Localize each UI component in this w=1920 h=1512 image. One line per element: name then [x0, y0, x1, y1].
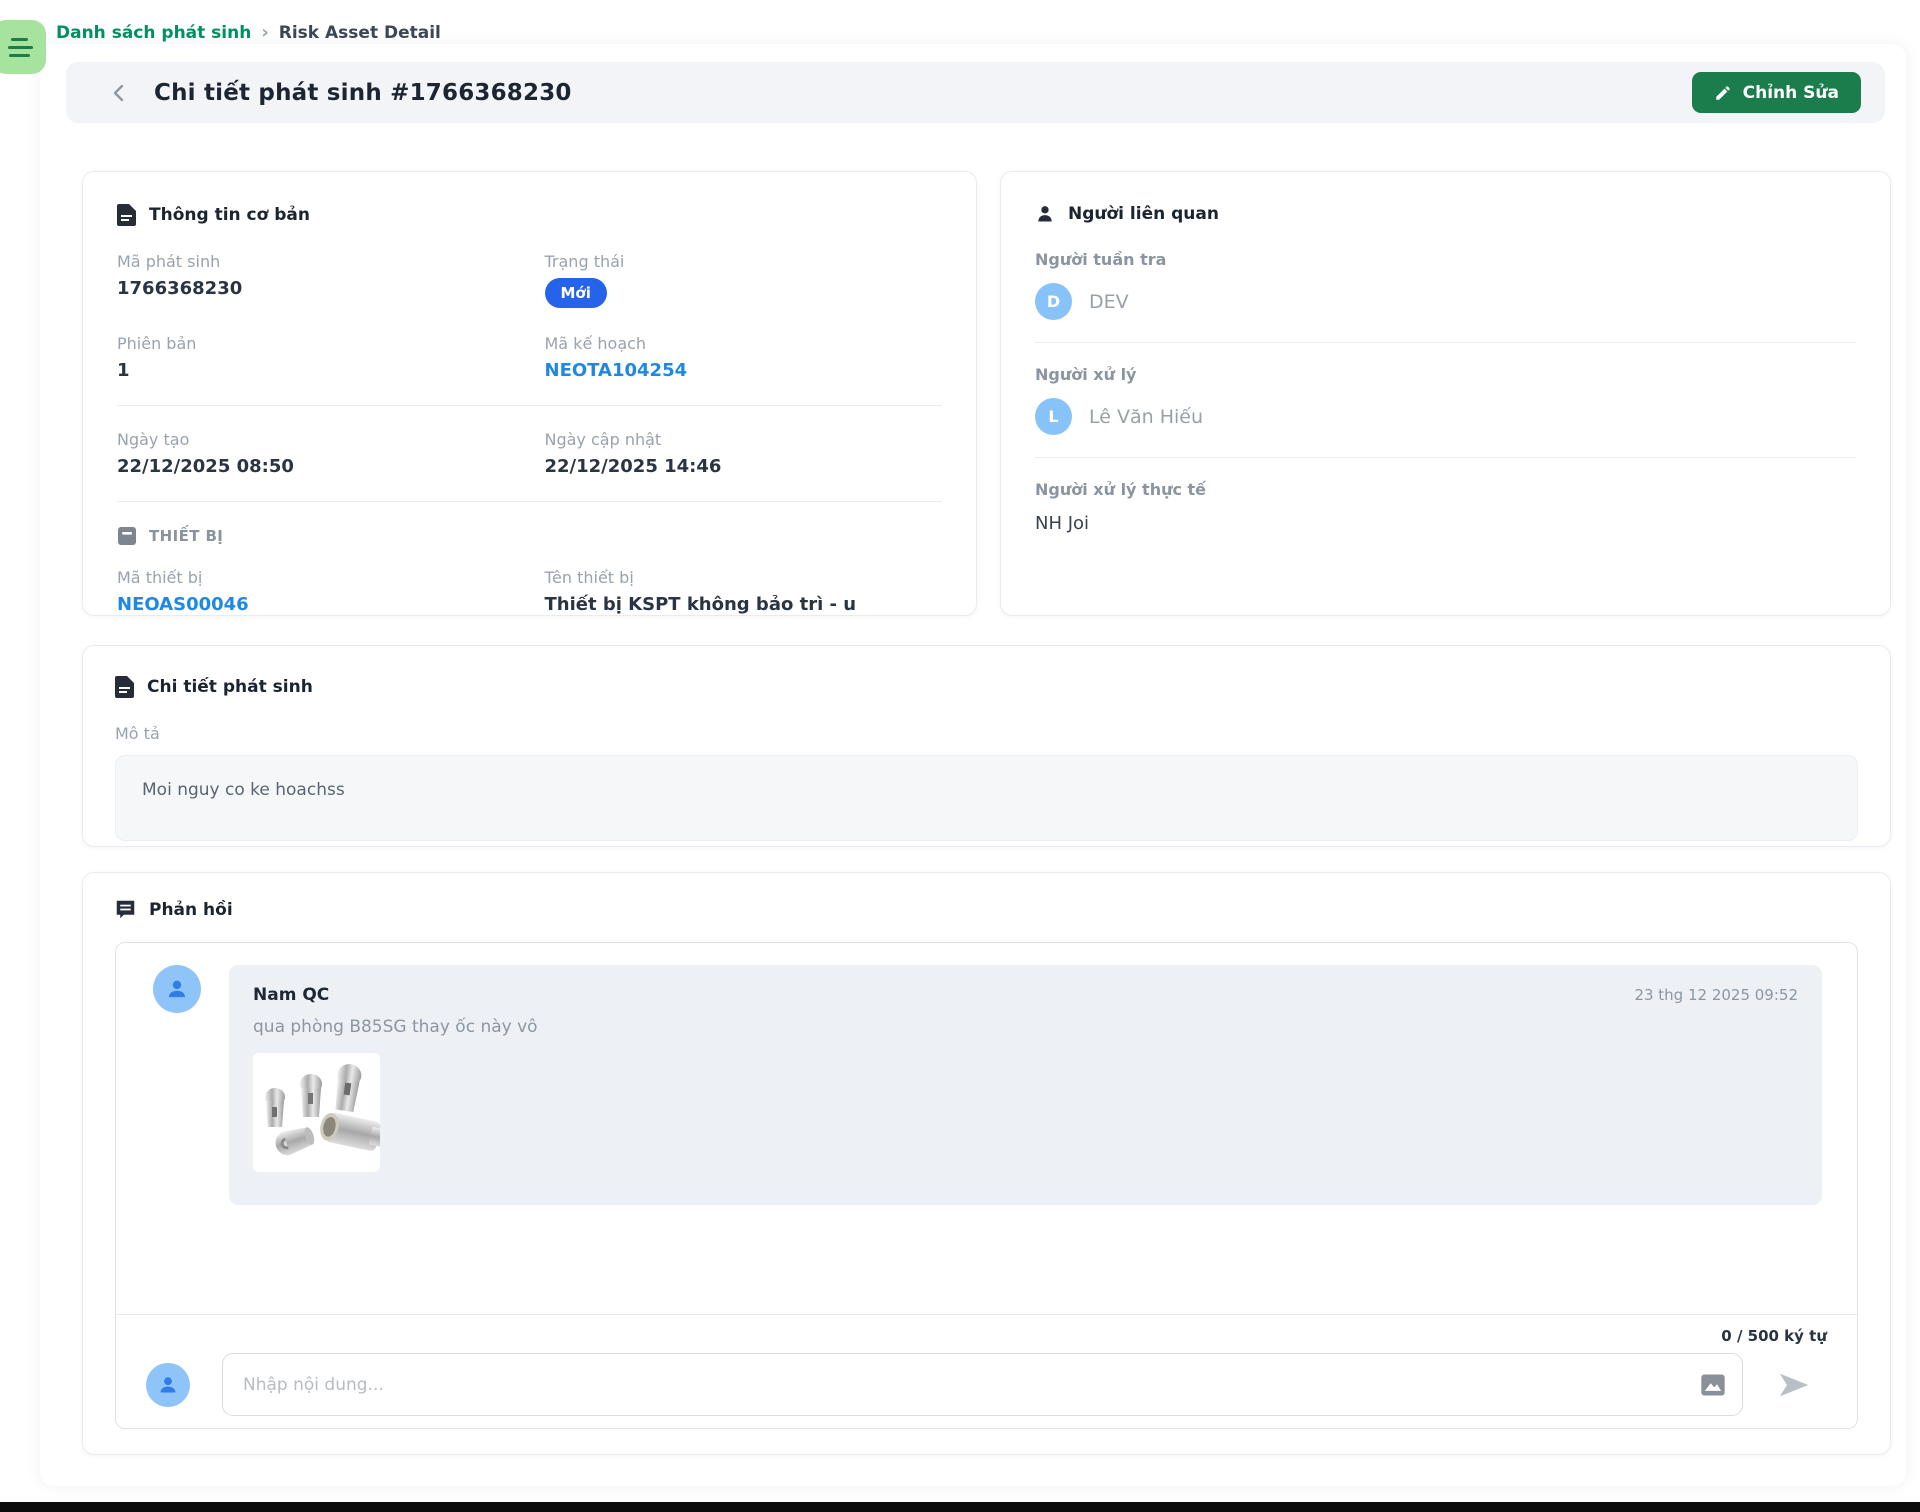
page-title: Chi tiết phát sinh #1766368230 [154, 80, 572, 106]
person-row-patroller: D DEV [1035, 283, 1856, 320]
page-header-bar: Chi tiết phát sinh #1766368230 Chỉnh Sửa [66, 62, 1885, 123]
detail-card-title: Chi tiết phát sinh [147, 677, 313, 697]
breadcrumb-link-danh-sach-phat-sinh[interactable]: Danh sách phát sinh [56, 23, 251, 43]
actual-handler-name: NH Joi [1035, 513, 1856, 534]
comment-icon [115, 899, 136, 920]
divider [117, 501, 942, 502]
people-card-title: Người liên quan [1068, 204, 1219, 224]
comment-thread: Nam QC 23 thg 12 2025 09:52 qua phòng B8… [115, 942, 1858, 1429]
pencil-icon [1714, 84, 1732, 102]
plan-code-link[interactable]: NEOTA104254 [545, 360, 688, 381]
field-ma-phat-sinh: Mã phát sinh 1766368230 [117, 252, 515, 308]
comment-input[interactable] [222, 1353, 1743, 1416]
divider [1035, 342, 1856, 343]
comment-author: Nam QC [253, 985, 329, 1005]
field-trang-thai: Trạng thái Mới [545, 252, 943, 308]
status-badge: Mới [545, 278, 607, 308]
label-nguoi-tuan-tra: Người tuần tra [1035, 250, 1856, 269]
device-box-icon [117, 526, 137, 546]
send-button[interactable] [1775, 1365, 1819, 1405]
edit-button-label: Chỉnh Sửa [1743, 83, 1839, 103]
comment-bubble: Nam QC 23 thg 12 2025 09:52 qua phòng B8… [229, 965, 1822, 1205]
hamburger-icon [11, 38, 28, 41]
handler-name: Lê Văn Hiếu [1089, 406, 1203, 428]
avatar: L [1035, 398, 1072, 435]
char-counter: 0 / 500 ký tự [116, 1315, 1857, 1345]
person-icon [156, 1373, 180, 1397]
feedback-card: Phản hồi Nam QC 23 thg 12 2025 09:52 qua… [82, 872, 1891, 1455]
lug-nuts-photo [253, 1053, 380, 1172]
chevron-left-icon [109, 83, 129, 103]
device-code-link[interactable]: NEOAS00046 [117, 594, 249, 615]
chevron-right-icon: › [261, 22, 268, 43]
field-ngay-tao: Ngày tạo 22/12/2025 08:50 [117, 430, 515, 477]
comment-composer [116, 1345, 1857, 1428]
comment-item: Nam QC 23 thg 12 2025 09:52 qua phòng B8… [153, 965, 1822, 1205]
document-icon [117, 204, 136, 226]
person-icon [164, 976, 190, 1002]
comment-timestamp: 23 thg 12 2025 09:52 [1634, 986, 1798, 1004]
related-people-card: Người liên quan Người tuần tra D DEV Ngư… [1000, 171, 1891, 616]
menu-button[interactable] [0, 20, 46, 74]
device-section-title: THIẾT BỊ [149, 527, 223, 545]
field-ten-thiet-bi: Tên thiết bị Thiết bị KSPT không bảo trì… [545, 568, 943, 615]
divider [1035, 457, 1856, 458]
description-box: Moi nguy co ke hoachss [115, 755, 1858, 841]
field-ngay-cap-nhat: Ngày cập nhật 22/12/2025 14:46 [545, 430, 943, 477]
attach-image-button[interactable] [1699, 1370, 1729, 1400]
document-icon [115, 676, 134, 698]
back-button[interactable] [102, 76, 136, 110]
field-ma-ke-hoach: Mã kế hoạch NEOTA104254 [545, 334, 943, 381]
incident-detail-card: Chi tiết phát sinh Mô tả Moi nguy co ke … [82, 645, 1891, 847]
image-icon [1699, 1371, 1727, 1399]
comment-attachment-image[interactable] [253, 1053, 380, 1172]
label-mo-ta: Mô tả [115, 724, 1858, 743]
edit-button[interactable]: Chỉnh Sửa [1692, 72, 1861, 113]
avatar [146, 1363, 190, 1407]
send-icon [1775, 1368, 1813, 1402]
feedback-card-title: Phản hồi [149, 900, 233, 920]
avatar: D [1035, 283, 1072, 320]
avatar [153, 965, 201, 1013]
basic-info-card: Thông tin cơ bản Mã phát sinh 1766368230… [82, 171, 977, 616]
breadcrumb-current-page: Risk Asset Detail [279, 23, 441, 43]
bottom-black-bar [0, 1502, 1920, 1512]
patroller-name: DEV [1089, 291, 1129, 313]
label-nguoi-xu-ly-thuc-te: Người xử lý thực tế [1035, 480, 1856, 499]
divider [117, 405, 942, 406]
comment-message: qua phòng B85SG thay ốc này vô [253, 1017, 1798, 1037]
field-ma-thiet-bi: Mã thiết bị NEOAS00046 [117, 568, 515, 615]
basic-info-title: Thông tin cơ bản [149, 205, 310, 225]
breadcrumb: Danh sách phát sinh › Risk Asset Detail [56, 22, 441, 43]
comments-area[interactable]: Nam QC 23 thg 12 2025 09:52 qua phòng B8… [116, 943, 1857, 1314]
label-nguoi-xu-ly: Người xử lý [1035, 365, 1856, 384]
field-phien-ban: Phiên bản 1 [117, 334, 515, 381]
person-icon [1035, 204, 1055, 224]
person-row-handler: L Lê Văn Hiếu [1035, 398, 1856, 435]
